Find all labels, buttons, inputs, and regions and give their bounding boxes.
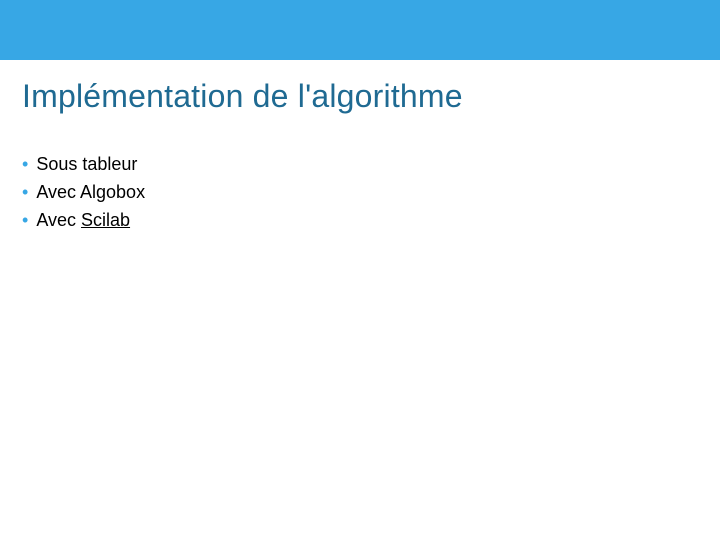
bullet-text: Sous tableur: [36, 150, 137, 178]
header-bar: [0, 0, 720, 60]
bullet-text: Avec Algobox: [36, 178, 145, 206]
bullet-prefix: Sous: [36, 154, 82, 174]
bullet-icon: •: [22, 178, 28, 206]
list-item: • Sous tableur: [22, 150, 682, 178]
list-item: • Avec Algobox: [22, 178, 682, 206]
bullet-prefix: Avec: [36, 210, 81, 230]
bullet-icon: •: [22, 150, 28, 178]
bullet-link[interactable]: Scilab: [81, 210, 130, 230]
slide: Implémentation de l'algorithme • Sous ta…: [0, 0, 720, 540]
bullet-prefix: Avec: [36, 182, 80, 202]
bullet-text: Avec Scilab: [36, 206, 130, 234]
bullet-list: • Sous tableur • Avec Algobox • Avec Sci…: [22, 150, 682, 234]
list-item: • Avec Scilab: [22, 206, 682, 234]
bullet-body: Algobox: [80, 182, 145, 202]
bullet-icon: •: [22, 206, 28, 234]
slide-title: Implémentation de l'algorithme: [22, 78, 463, 115]
bullet-body: tableur: [82, 154, 137, 174]
